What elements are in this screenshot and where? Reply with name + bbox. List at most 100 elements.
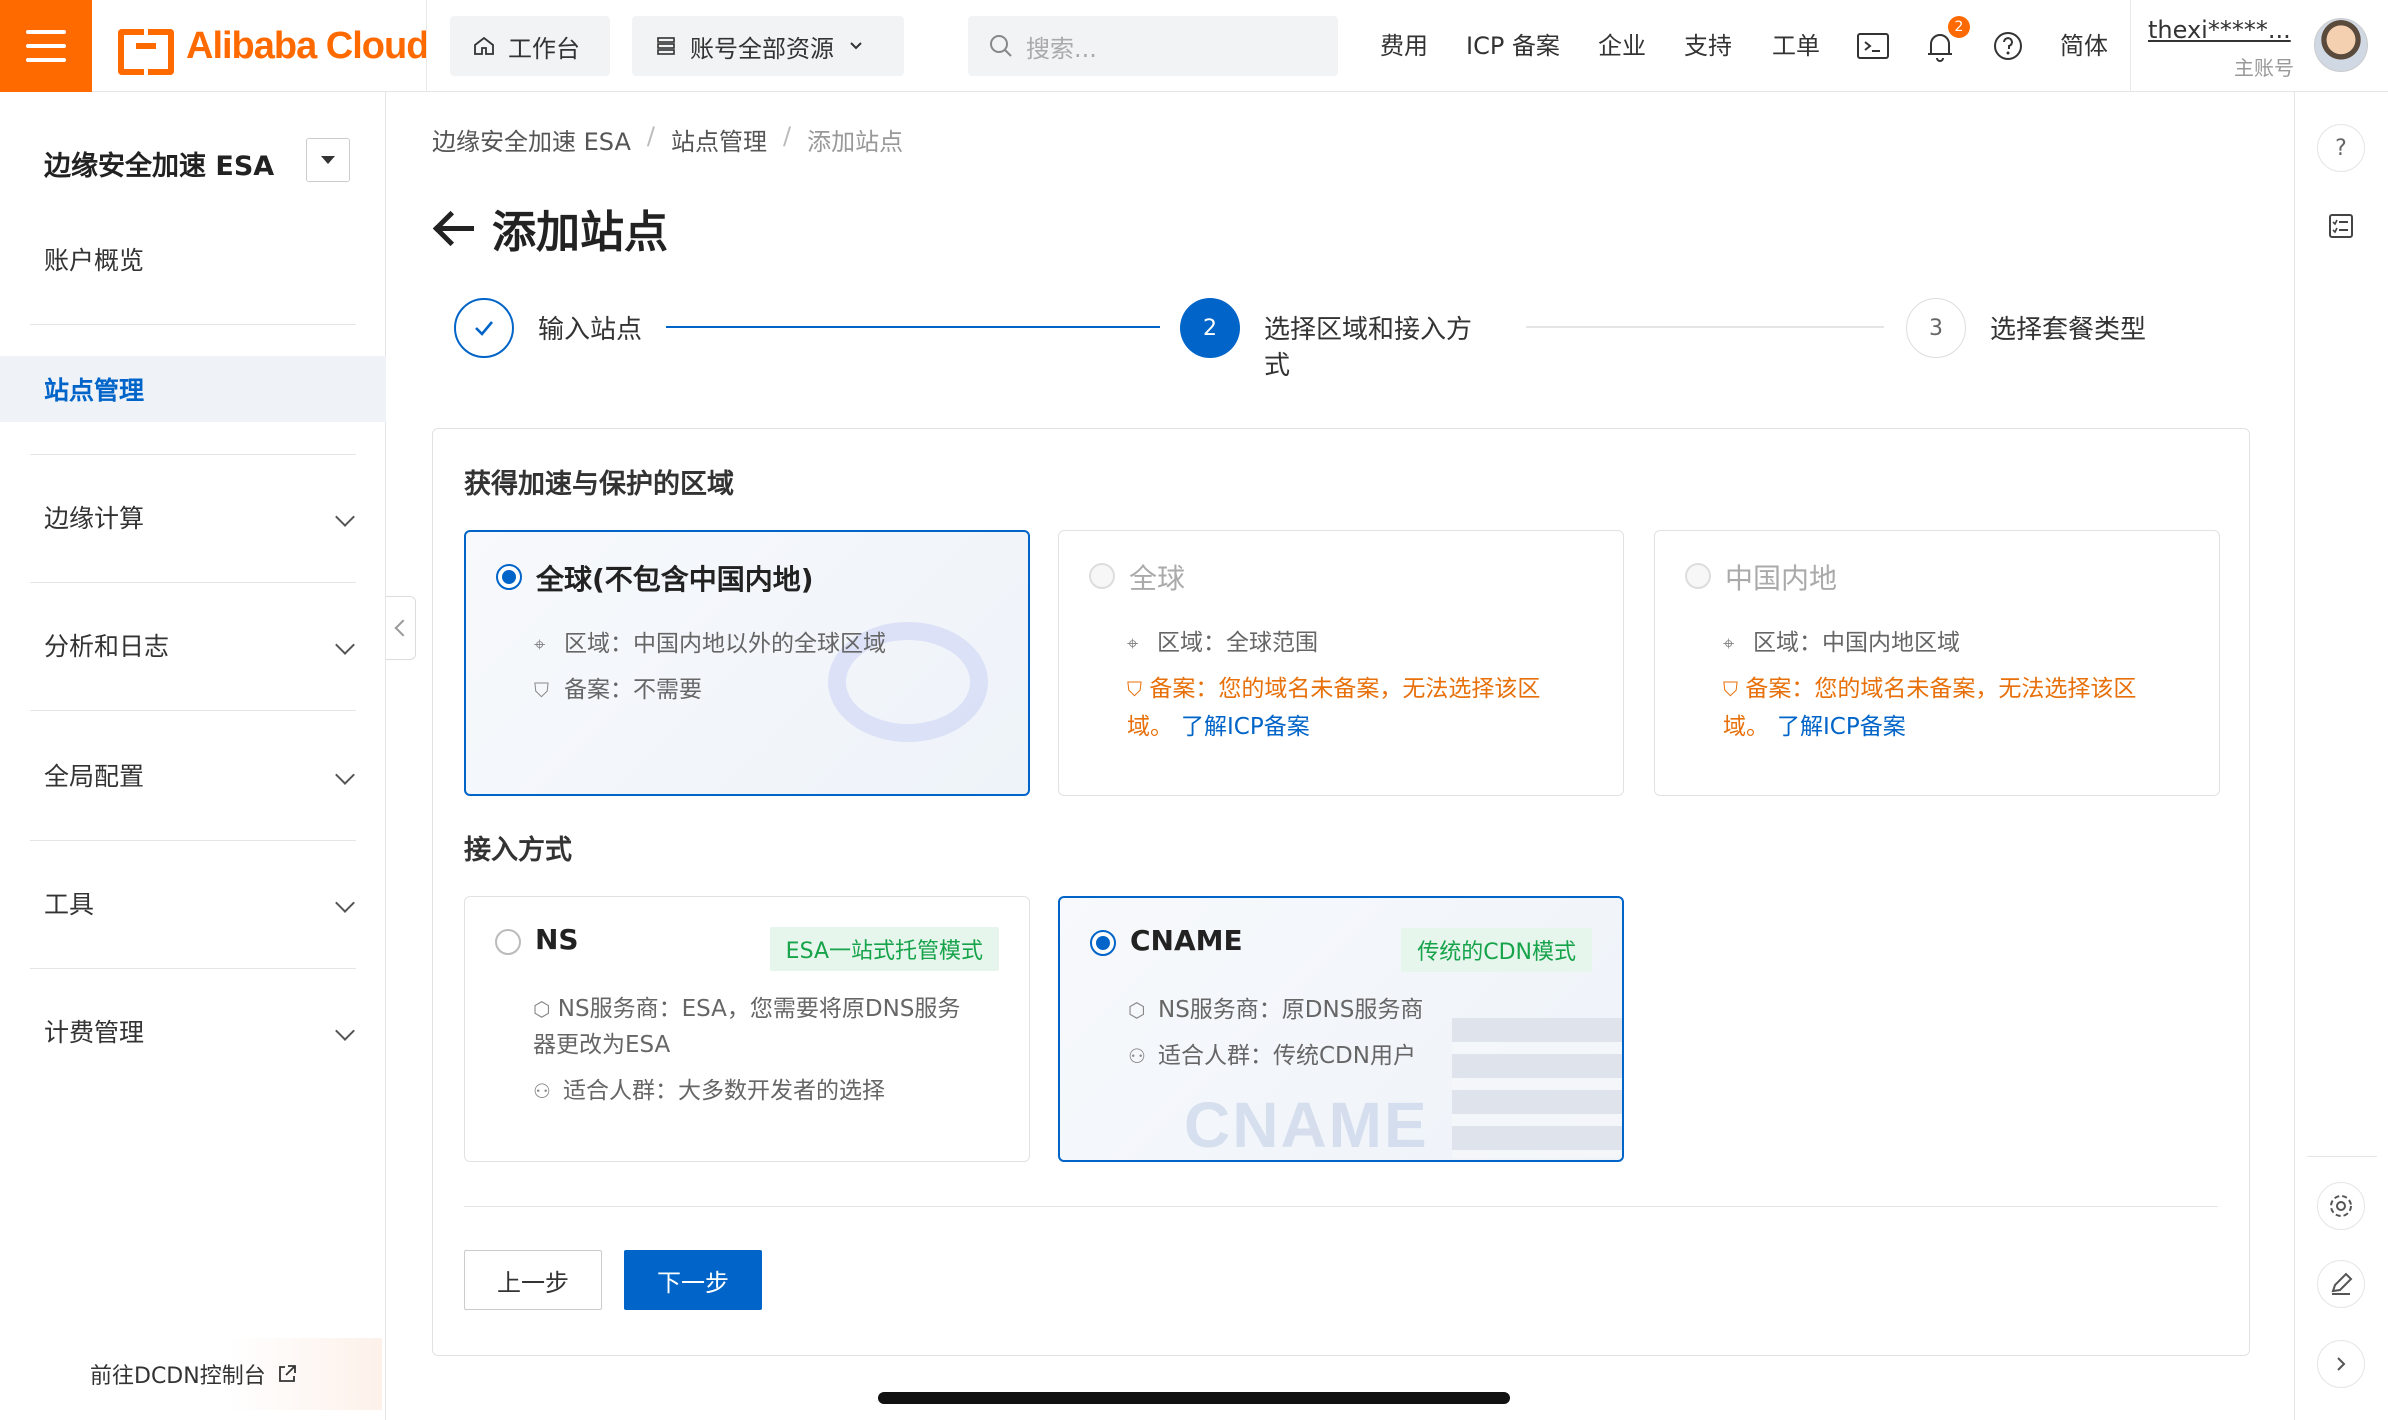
radio-selected[interactable] xyxy=(496,564,522,590)
sidebar-collapse-toggle[interactable] xyxy=(386,596,416,660)
dcdn-link-label: 前往DCDN控制台 xyxy=(90,1364,266,1389)
region-text: 区域：中国内地区域 xyxy=(1753,630,1960,656)
nav-link-billing[interactable]: 费用 xyxy=(1380,30,1428,62)
sidebar-item-tools[interactable]: 工具 xyxy=(0,870,386,936)
search-input[interactable]: 搜索... xyxy=(968,16,1338,76)
ns-provider-line2: 器更改为ESA xyxy=(533,1027,670,1063)
region-line: ⌖ 区域：中国内地区域 xyxy=(1723,625,1960,661)
resource-group-label: 账号全部资源 xyxy=(690,34,834,63)
hamburger-menu-icon[interactable] xyxy=(0,0,92,92)
shield-warning-icon: ⛉ xyxy=(1723,677,1738,701)
filing-warning: ⛉ 备案：您的域名未备案，无法选择该区 xyxy=(1127,671,1597,707)
right-rail: ? xyxy=(2294,92,2388,1420)
user-name[interactable]: thexi*****... xyxy=(2148,16,2291,44)
chevron-right-icon[interactable] xyxy=(2317,1340,2365,1388)
cname-watermark: CNAME xyxy=(1184,1089,1429,1161)
chevron-down-icon xyxy=(335,893,355,913)
nav-link-support[interactable]: 支持 xyxy=(1684,30,1732,62)
help-icon[interactable]: ? xyxy=(2317,124,2365,172)
divider xyxy=(30,324,356,325)
region-option-china-mainland: 中国内地 ⌖ 区域：中国内地区域 ⛉ 备案：您的域名未备案，无法选择该区 域。 了解… xyxy=(1654,530,2220,796)
product-title: 边缘安全加速 ESA xyxy=(44,151,275,182)
checkmark-icon xyxy=(475,321,493,336)
step-connector-pending xyxy=(1526,326,1884,328)
region-section-title: 获得加速与保护的区域 xyxy=(464,469,734,500)
step-connector-done xyxy=(666,326,1160,328)
cube-icon: ⬡ xyxy=(1128,998,1146,1022)
workbench-label: 工作台 xyxy=(508,34,580,63)
nav-link-ticket[interactable]: 工单 xyxy=(1772,30,1820,62)
mode-tag: 传统的CDN模式 xyxy=(1401,928,1592,972)
divider xyxy=(30,582,356,583)
region-option-global-excl-china[interactable]: 全球(不包含中国内地) ⌖ 区域：中国内地以外的全球区域 ⛉ 备案：不需要 xyxy=(464,530,1030,796)
access-section-title: 接入方式 xyxy=(464,835,572,866)
breadcrumb-site-management[interactable]: 站点管理 xyxy=(671,122,767,157)
chevron-down-icon xyxy=(335,765,355,785)
icp-filing-link[interactable]: 了解ICP备案 xyxy=(1181,709,1310,745)
terminal-icon[interactable] xyxy=(1856,30,1890,62)
help-icon[interactable] xyxy=(1992,30,2024,62)
previous-step-button[interactable]: 上一步 xyxy=(464,1250,602,1310)
access-option-cname[interactable]: CNAME CNAME 传统的CDN模式 ⬡ NS服务商：原DNS服务商 ⚇ 适合人… xyxy=(1058,896,1624,1162)
workbench-button[interactable]: 工作台 xyxy=(450,16,610,76)
cube-icon: ⬡ xyxy=(533,997,551,1021)
sidebar-item-analytics-logs[interactable]: 分析和日志 xyxy=(0,612,386,678)
sidebar: 边缘安全加速 ESA 账户概览 站点管理 边缘计算 分析和日志 全局配置 工具 … xyxy=(0,92,386,1420)
checklist-icon[interactable] xyxy=(2317,202,2365,250)
breadcrumb-esa[interactable]: 边缘安全加速 ESA xyxy=(432,122,631,157)
access-option-ns[interactable]: NS ESA一站式托管模式 ⬡ NS服务商：ESA，您需要将原DNS服务 器更改… xyxy=(464,896,1030,1162)
radio-unselected[interactable] xyxy=(495,929,521,955)
sidebar-item-label: 边缘计算 xyxy=(44,504,145,533)
audience-text: 适合人群：大多数开发者的选择 xyxy=(563,1078,885,1104)
page-title-row: 添加站点 xyxy=(432,196,668,260)
sidebar-item-label: 分析和日志 xyxy=(44,632,170,661)
settings-gear-icon[interactable] xyxy=(2317,1182,2365,1230)
chevron-down-icon xyxy=(335,507,355,527)
alibaba-cloud-logo[interactable]: Alibaba Cloud xyxy=(118,24,429,75)
logo-text: Alibaba Cloud xyxy=(186,24,429,67)
filing-warning-line2: 域。 了解ICP备案 xyxy=(1723,709,1906,745)
region-option-global: 全球 ⌖ 区域：全球范围 ⛉ 备案：您的域名未备案，无法选择该区 域。 了解ICP备… xyxy=(1058,530,1624,796)
step-2-label-line2: 式 xyxy=(1264,351,1291,381)
next-step-button[interactable]: 下一步 xyxy=(624,1250,762,1310)
language-switch[interactable]: 简体 xyxy=(2060,30,2108,62)
sidebar-item-global-config[interactable]: 全局配置 xyxy=(0,742,386,808)
region-option-title: 中国内地 xyxy=(1725,562,1838,595)
filing-warning-text: 备案：您的域名未备案，无法选择该区 xyxy=(1745,676,2137,702)
location-pin-icon: ⌖ xyxy=(1723,631,1735,655)
sidebar-item-account-overview[interactable]: 账户概览 xyxy=(0,226,386,292)
chevron-down-icon xyxy=(335,635,355,655)
edit-pencil-icon[interactable] xyxy=(2317,1260,2365,1308)
chevron-down-icon xyxy=(335,1021,355,1041)
step-3-pending-circle: 3 xyxy=(1906,298,1966,358)
top-bar: Alibaba Cloud 工作台 账号全部资源 搜索... 费用 ICP 备案… xyxy=(0,0,2388,92)
sidebar-item-edge-compute[interactable]: 边缘计算 xyxy=(0,484,386,550)
divider xyxy=(464,1206,2218,1207)
radio-disabled xyxy=(1089,563,1115,589)
avatar[interactable] xyxy=(2314,18,2368,72)
home-icon xyxy=(474,36,494,55)
step-2-label-line1: 选择区域和接入方 xyxy=(1264,315,1473,345)
dcdn-console-link[interactable]: 前往DCDN控制台 xyxy=(0,1338,382,1410)
access-option-title: NS xyxy=(535,923,579,956)
breadcrumb: 边缘安全加速 ESA / 站点管理 / 添加站点 xyxy=(432,122,903,157)
back-arrow-icon[interactable] xyxy=(432,206,476,250)
ns-provider-text: NS服务商：ESA，您需要将原DNS服务 xyxy=(557,996,961,1022)
notification-badge: 2 xyxy=(1948,16,1970,38)
breadcrumb-separator: / xyxy=(782,122,792,150)
product-switch-dropdown[interactable] xyxy=(306,138,350,182)
filing-warning-line2: 域。 了解ICP备案 xyxy=(1127,709,1310,745)
radio-selected[interactable] xyxy=(1090,930,1116,956)
nav-link-enterprise[interactable]: 企业 xyxy=(1598,30,1646,62)
region-option-title: 全球 xyxy=(1129,562,1186,595)
icp-filing-link[interactable]: 了解ICP备案 xyxy=(1777,709,1906,745)
search-icon xyxy=(990,35,1012,57)
divider xyxy=(30,454,356,455)
shield-icon: ⛉ xyxy=(534,678,549,702)
divider xyxy=(30,968,356,969)
sidebar-item-site-management[interactable]: 站点管理 xyxy=(0,356,386,422)
nav-link-icp[interactable]: ICP 备案 xyxy=(1466,30,1560,62)
filing-warning-text-2: 域。 xyxy=(1127,714,1173,740)
sidebar-item-billing[interactable]: 计费管理 xyxy=(0,998,386,1064)
resource-group-dropdown[interactable]: 账号全部资源 xyxy=(632,16,904,76)
